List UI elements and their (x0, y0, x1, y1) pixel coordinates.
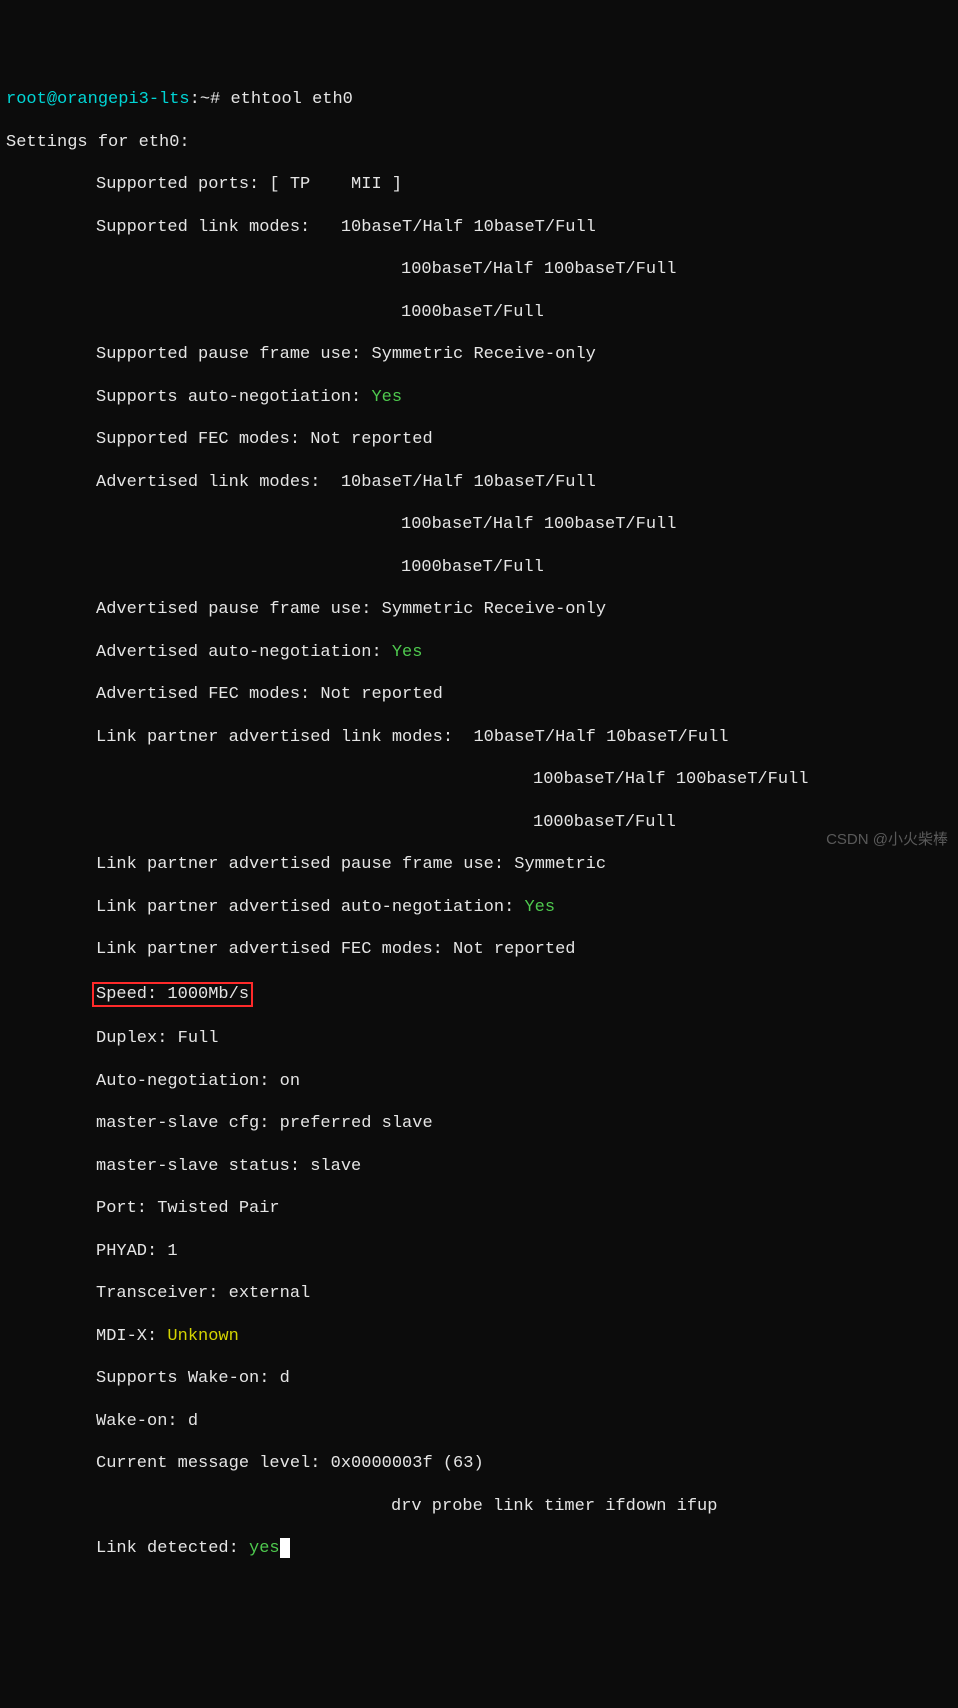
link-partner-link-modes-cont1: 100baseT/Half 100baseT/Full (6, 769, 958, 790)
prompt-path: ~ (200, 90, 210, 109)
supported-link-modes: Supported link modes: 10baseT/Half 10bas… (6, 217, 958, 238)
supports-auto-negotiation: Supports auto-negotiation: Yes (6, 387, 958, 408)
mdi-x: MDI-X: Unknown (6, 1326, 958, 1347)
advertised-auto-negotiation: Advertised auto-negotiation: Yes (6, 642, 958, 663)
prompt-line: root@orangepi3-lts:~# ethtool eth0 (6, 89, 958, 110)
message-level-flags: drv probe link timer ifdown ifup (6, 1496, 958, 1517)
duplex: Duplex: Full (6, 1028, 958, 1049)
adv-auto-neg-yes: Yes (392, 643, 423, 662)
auto-negotiation: Auto-negotiation: on (6, 1071, 958, 1092)
advertised-link-modes-cont1: 100baseT/Half 100baseT/Full (6, 514, 958, 535)
supported-pause-frame: Supported pause frame use: Symmetric Rec… (6, 344, 958, 365)
speed-line: Speed: 1000Mb/s (6, 982, 958, 1007)
link-partner-pause-frame: Link partner advertised pause frame use:… (6, 854, 958, 875)
link-partner-auto-negotiation: Link partner advertised auto-negotiation… (6, 897, 958, 918)
advertised-link-modes-cont2: 1000baseT/Full (6, 557, 958, 578)
supports-wake-on: Supports Wake-on: d (6, 1368, 958, 1389)
port: Port: Twisted Pair (6, 1198, 958, 1219)
supported-link-modes-cont1: 100baseT/Half 100baseT/Full (6, 259, 958, 280)
link-detected: Link detected: yes (6, 1538, 958, 1559)
speed-highlight: Speed: 1000Mb/s (92, 982, 253, 1007)
prompt-user: root (6, 90, 47, 109)
advertised-pause-frame: Advertised pause frame use: Symmetric Re… (6, 599, 958, 620)
link-partner-fec-modes: Link partner advertised FEC modes: Not r… (6, 939, 958, 960)
wake-on: Wake-on: d (6, 1411, 958, 1432)
terminal-cursor[interactable] (280, 1538, 290, 1558)
master-slave-cfg: master-slave cfg: preferred slave (6, 1113, 958, 1134)
mdi-x-unknown: Unknown (167, 1327, 238, 1346)
advertised-link-modes: Advertised link modes: 10baseT/Half 10ba… (6, 472, 958, 493)
transceiver: Transceiver: external (6, 1283, 958, 1304)
supported-fec-modes: Supported FEC modes: Not reported (6, 429, 958, 450)
watermark: CSDN @小火柴棒 (826, 831, 948, 850)
settings-header: Settings for eth0: (6, 132, 958, 153)
advertised-fec-modes: Advertised FEC modes: Not reported (6, 684, 958, 705)
lp-auto-neg-yes: Yes (524, 898, 555, 917)
current-message-level: Current message level: 0x0000003f (63) (6, 1453, 958, 1474)
link-partner-link-modes: Link partner advertised link modes: 10ba… (6, 727, 958, 748)
prompt-symbol: # (210, 90, 220, 109)
command-text[interactable]: ethtool eth0 (230, 90, 352, 109)
auto-neg-yes: Yes (371, 388, 402, 407)
supported-link-modes-cont2: 1000baseT/Full (6, 302, 958, 323)
phyad: PHYAD: 1 (6, 1241, 958, 1262)
supported-ports: Supported ports: [ TP MII ] (6, 174, 958, 195)
master-slave-status: master-slave status: slave (6, 1156, 958, 1177)
link-partner-link-modes-cont2: 1000baseT/Full (6, 812, 958, 833)
link-detected-yes: yes (249, 1539, 280, 1558)
prompt-host: orangepi3-lts (57, 90, 190, 109)
